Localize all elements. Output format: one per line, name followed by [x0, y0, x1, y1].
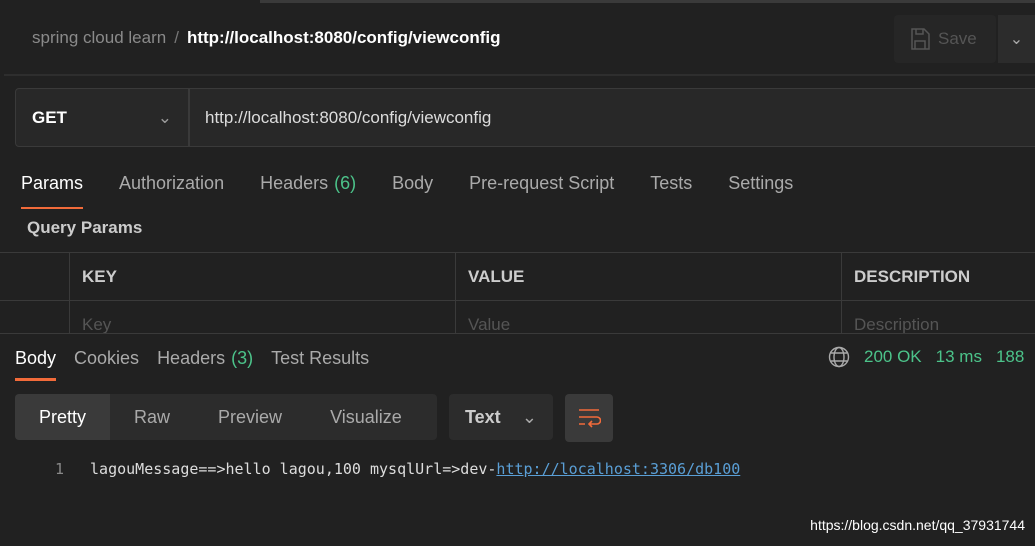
tab-response-body[interactable]: Body [15, 348, 57, 381]
query-params-title: Query Params [27, 218, 143, 237]
view-preview[interactable]: Preview [194, 394, 306, 440]
format-label: Text [465, 406, 501, 427]
request-bar: GET ⌄ http://localhost:8080/config/viewco… [15, 88, 1035, 147]
body-text: lagouMessage==>hello lagou,100 mysqlUrl=… [90, 460, 497, 478]
chevron-down-icon: ⌄ [157, 107, 172, 127]
tab-headers[interactable]: Headers (6) [260, 173, 356, 194]
view-visualize[interactable]: Visualize [306, 394, 426, 440]
request-name[interactable]: http://localhost:8080/config/viewconfig [187, 28, 501, 47]
tab-response-headers[interactable]: Headers (3) [157, 348, 253, 369]
chevron-down-icon: ⌄ [1009, 31, 1024, 48]
request-tabs: Params Authorization Headers (6) Body Pre… [21, 173, 829, 209]
view-raw[interactable]: Raw [110, 394, 194, 440]
view-mode-selector: Pretty Raw Preview Visualize [15, 394, 437, 440]
method-select[interactable]: GET ⌄ [16, 89, 190, 146]
url-input[interactable]: http://localhost:8080/config/viewconfig [190, 89, 491, 146]
table-header: KEY VALUE DESCRIPTION [0, 253, 1035, 301]
wrap-lines-icon [579, 409, 601, 428]
response-status: 200 OK 13 ms 188 [828, 346, 1024, 368]
save-button[interactable]: Save [894, 15, 996, 63]
format-select[interactable]: Text ⌄ [449, 394, 553, 440]
tab-settings[interactable]: Settings [728, 173, 793, 194]
response-tabs: Body Cookies Headers (3) Test Results [15, 348, 387, 381]
tab-response-headers-label: Headers [157, 348, 226, 368]
tab-params[interactable]: Params [21, 173, 84, 209]
view-pretty[interactable]: Pretty [15, 394, 111, 440]
tab-authorization[interactable]: Authorization [119, 173, 224, 194]
breadcrumb-separator: / [174, 28, 179, 47]
status-code[interactable]: 200 OK [864, 347, 922, 367]
column-value: VALUE [456, 253, 842, 300]
headers-count: (6) [334, 173, 357, 193]
response-time[interactable]: 13 ms [936, 347, 982, 367]
response-size[interactable]: 188 [996, 347, 1024, 367]
save-dropdown[interactable]: ⌄ [998, 15, 1035, 63]
response-headers-count: (3) [231, 348, 254, 368]
tab-headers-label: Headers [260, 173, 329, 193]
tab-test-results[interactable]: Test Results [271, 348, 369, 369]
top-divider [260, 0, 1035, 3]
globe-icon[interactable] [828, 346, 850, 368]
tab-pre-request-script[interactable]: Pre-request Script [469, 173, 614, 194]
column-key: KEY [70, 253, 456, 300]
breadcrumb-collection[interactable]: spring cloud learn [32, 28, 166, 47]
params-table: KEY VALUE DESCRIPTION Key Value Descript… [0, 252, 1035, 349]
tab-cookies[interactable]: Cookies [74, 348, 139, 369]
save-label: Save [938, 29, 977, 48]
breadcrumb: spring cloud learn / http://localhost:8080… [32, 28, 501, 48]
line-number: 1 [55, 460, 65, 478]
body-link[interactable]: http://localhost:3306/db100 [496, 460, 740, 478]
chevron-down-icon: ⌄ [521, 406, 537, 427]
tab-tests[interactable]: Tests [650, 173, 692, 194]
column-description: DESCRIPTION [854, 266, 971, 286]
divider [4, 74, 1035, 76]
watermark: https://blog.csdn.net/qq_37931744 [810, 517, 1025, 533]
method-label: GET [32, 107, 67, 127]
tab-body[interactable]: Body [392, 173, 433, 194]
wrap-lines-button[interactable] [565, 394, 613, 442]
response-body: 1 lagouMessage==>hello lagou,100 mysqlUrl… [55, 460, 740, 478]
checkbox-column [0, 253, 70, 300]
save-icon [911, 28, 930, 50]
